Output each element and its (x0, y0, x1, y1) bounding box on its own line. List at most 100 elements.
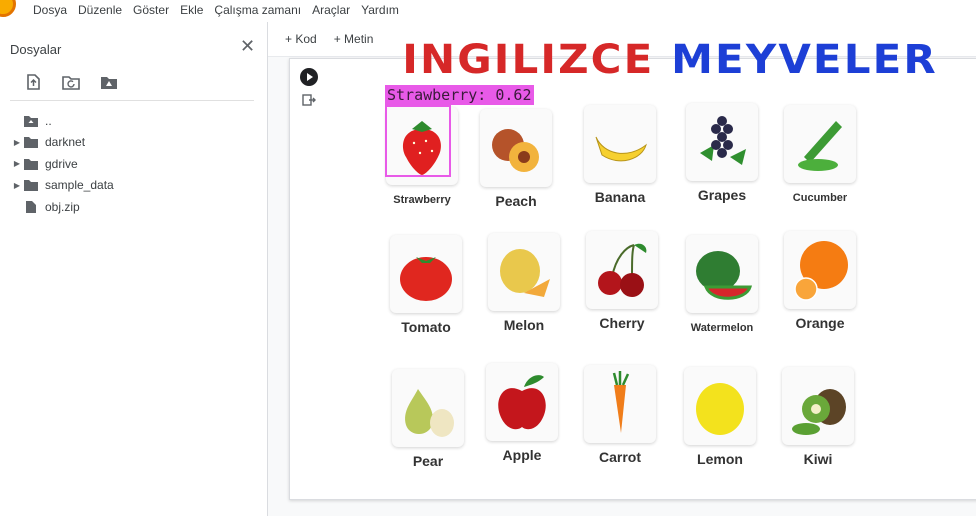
tree-item-label: darknet (45, 135, 86, 150)
tomato-icon (400, 257, 452, 301)
fruit-tile (486, 363, 558, 441)
output-image: INGILIZCE MEYVELER Strawberry Peach Bana… (382, 37, 936, 497)
fruit-label: Orange (795, 315, 845, 331)
fruit-label: Peach (495, 193, 537, 209)
fruit-tile (784, 105, 856, 183)
menu-edit[interactable]: Düzenle (78, 3, 122, 17)
detection-box (385, 105, 451, 177)
code-cell[interactable]: INGILIZCE MEYVELER Strawberry Peach Bana… (289, 37, 976, 500)
fruit-card-cucumber: Cucumber (780, 105, 860, 225)
files-toolbar (24, 74, 118, 90)
kiwi-icon (792, 389, 846, 435)
tree-item-label: sample_data (45, 178, 114, 193)
menu-runtime[interactable]: Çalışma zamanı (214, 3, 301, 17)
fruit-card-watermelon: Watermelon (682, 235, 762, 355)
fruit-card-cherry: Cherry (582, 231, 662, 351)
detection-label: Strawberry: 0.62 (385, 85, 534, 105)
tree-item-sample-data[interactable]: ▶ sample_data (10, 175, 114, 197)
notebook-area: + Kod + Metin INGILIZCE MEYVELER Strawbe… (268, 22, 976, 516)
fruit-card-carrot: Carrot (580, 365, 660, 485)
menu-bar: Dosya Düzenle Göster Ekle Çalışma zamanı… (0, 0, 976, 22)
menu-view[interactable]: Göster (133, 3, 169, 17)
poster-title-word-1: INGILIZCE (402, 37, 655, 83)
fruit-card-kiwi: Kiwi (778, 367, 858, 487)
folder-up-icon (24, 115, 38, 127)
lemon-icon (696, 383, 744, 435)
mount-drive-icon[interactable] (100, 74, 118, 90)
watermelon-icon (696, 251, 752, 300)
run-cell-button[interactable] (300, 68, 318, 86)
file-icon (26, 200, 36, 213)
fruit-label: Grapes (697, 187, 747, 203)
fruit-tile (488, 233, 560, 311)
fruit-tile (784, 231, 856, 309)
fruit-card-orange: Orange (780, 231, 860, 351)
chevron-right-icon[interactable]: ▶ (10, 138, 24, 147)
divider (10, 100, 254, 101)
fruit-tile (390, 235, 462, 313)
grapes-icon (700, 116, 746, 165)
refresh-folder-icon[interactable] (62, 74, 80, 90)
fruit-card-banana: Banana (580, 105, 660, 225)
fruit-label: Carrot (598, 449, 641, 465)
carrot-icon (612, 371, 630, 433)
add-code-button[interactable]: + Kod (285, 32, 317, 46)
tree-item-label: gdrive (45, 156, 78, 171)
menu-items: Dosya Düzenle Göster Ekle Çalışma zamanı… (33, 3, 399, 17)
apple-icon (498, 375, 546, 430)
poster-title: INGILIZCE MEYVELER (402, 37, 938, 83)
fruit-label: Cherry (599, 315, 645, 331)
melon-icon (500, 249, 550, 297)
tree-item-obj-zip[interactable]: obj.zip (10, 196, 114, 218)
colab-logo-icon[interactable] (0, 0, 16, 17)
upload-file-icon[interactable] (24, 74, 42, 90)
fruit-label: Banana (594, 189, 646, 205)
fruit-card-tomato: Tomato (386, 235, 466, 355)
fruit-label: Watermelon (690, 322, 754, 334)
menu-insert[interactable]: Ekle (180, 3, 203, 17)
tree-item-gdrive[interactable]: ▶ gdrive (10, 153, 114, 175)
tree-item-label: .. (45, 113, 52, 128)
folder-icon (24, 137, 38, 149)
files-panel: Dosyalar ✕ .. ▶ darknet ▶ gdrive ▶ sampl… (0, 22, 268, 516)
fruit-tile (584, 105, 656, 183)
fruit-tile (586, 231, 658, 309)
fruit-label: Pear (412, 453, 444, 469)
fruit-tile (686, 235, 758, 313)
poster-title-word-2: MEYVELER (671, 37, 938, 83)
output-menu-icon[interactable] (302, 93, 316, 107)
file-tree: .. ▶ darknet ▶ gdrive ▶ sample_data obj.… (10, 110, 114, 218)
fruit-label: Tomato (401, 319, 451, 335)
fruit-card-lemon: Lemon (680, 367, 760, 487)
tree-item-darknet[interactable]: ▶ darknet (10, 132, 114, 154)
fruit-label: Strawberry (393, 194, 451, 206)
fruit-label: Lemon (697, 451, 743, 467)
chevron-right-icon[interactable]: ▶ (10, 159, 24, 168)
fruit-tile (782, 367, 854, 445)
folder-icon (24, 180, 38, 192)
cherry-icon (598, 243, 647, 297)
banana-icon (595, 136, 647, 162)
fruit-label: Cucumber (792, 192, 848, 204)
chevron-right-icon[interactable]: ▶ (10, 181, 24, 190)
folder-icon (24, 158, 38, 170)
menu-file[interactable]: Dosya (33, 3, 67, 17)
orange-icon (794, 241, 848, 301)
tree-item-parent[interactable]: .. (10, 110, 114, 132)
tree-item-label: obj.zip (45, 199, 80, 214)
fruit-card-apple: Apple (482, 363, 562, 483)
close-icon[interactable]: ✕ (240, 36, 255, 57)
menu-help[interactable]: Yardım (361, 3, 399, 17)
fruit-card-melon: Melon (484, 233, 564, 353)
fruit-card-pear: Pear (388, 369, 468, 489)
fruit-tile (392, 369, 464, 447)
fruit-tile (480, 109, 552, 187)
add-text-button[interactable]: + Metin (334, 32, 374, 46)
fruit-tile (584, 365, 656, 443)
peach-icon (492, 129, 539, 172)
pear-icon (405, 389, 454, 437)
menu-tools[interactable]: Araçlar (312, 3, 350, 17)
fruit-label: Kiwi (803, 451, 833, 467)
fruit-card-grapes: Grapes (682, 103, 762, 223)
fruit-label: Apple (502, 447, 542, 463)
